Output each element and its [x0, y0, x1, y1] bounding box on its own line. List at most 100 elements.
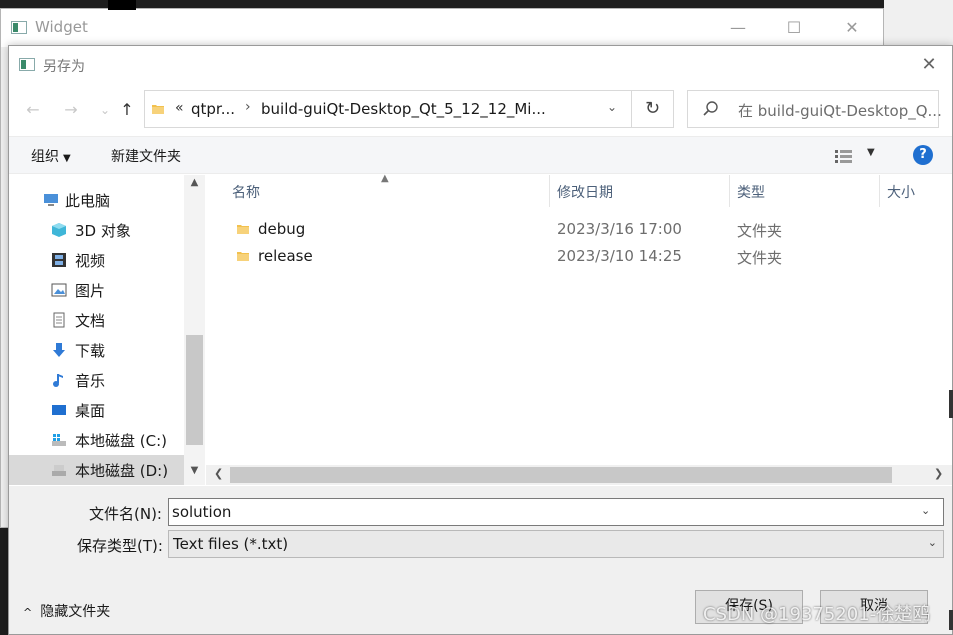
tree-item-label: 本地磁盘 (C:) — [75, 432, 167, 450]
scroll-thumb[interactable] — [186, 335, 203, 445]
file-row-debug[interactable]: debug 2023/3/16 17:00 文件夹 — [226, 217, 926, 243]
sort-ascending-icon: ▲ — [381, 173, 389, 184]
tree-item-label: 下载 — [75, 342, 106, 360]
tree-item-music[interactable]: 音乐 — [9, 365, 184, 395]
tree-item-label: 此电脑 — [65, 192, 111, 210]
filetype-dropdown-chevron-icon[interactable]: ⌄ — [928, 536, 937, 549]
caret-down-icon: ▼ — [63, 153, 71, 164]
app-icon — [11, 21, 27, 34]
folder-icon — [237, 225, 249, 234]
navigation-pane: 此电脑 3D 对象 视频 图片 文档 下载 音乐 桌面 本地磁盘 (C:) 本地… — [9, 175, 205, 485]
back-arrow-icon[interactable]: ← — [21, 98, 45, 122]
hide-folders-label: 隐藏文件夹 — [40, 604, 111, 620]
edge-mark — [949, 390, 953, 418]
search-input[interactable]: 在 build-guiQt-Desktop_Q... — [738, 100, 942, 121]
caret-up-icon: ^ — [23, 606, 33, 619]
maximize-button[interactable]: ☐ — [771, 13, 817, 43]
scroll-up-arrow-icon[interactable]: ▲ — [184, 177, 205, 195]
dialog-titlebar: 另存为 ✕ — [9, 46, 952, 84]
scroll-thumb[interactable] — [230, 467, 892, 483]
music-icon — [53, 374, 63, 387]
edge-mark — [949, 610, 953, 630]
watermark: CSDN @19375201-徐楚鸥 — [703, 604, 931, 625]
computer-icon — [44, 194, 58, 206]
recent-locations-chevron-icon[interactable]: ⌄ — [93, 98, 117, 122]
tree-item-desktop[interactable]: 桌面 — [9, 395, 184, 425]
organize-button[interactable]: 组织 ▼ — [31, 146, 71, 166]
view-caret-down-icon[interactable]: ▼ — [867, 147, 875, 158]
filename-input[interactable] — [168, 498, 944, 526]
column-header-modified[interactable]: 修改日期 — [557, 182, 613, 202]
file-row-release[interactable]: release 2023/3/10 14:25 文件夹 — [226, 244, 926, 270]
breadcrumb-item-parent[interactable]: qtpr... — [191, 100, 235, 118]
up-arrow-icon[interactable]: ↑ — [115, 98, 139, 122]
download-icon — [53, 343, 65, 357]
tree-item-pictures[interactable]: 图片 — [9, 275, 184, 305]
tree-item-label: 本地磁盘 (D:) — [75, 462, 169, 480]
hide-folders-toggle[interactable]: ^ 隐藏文件夹 — [23, 601, 110, 621]
search-box[interactable]: 在 build-guiQt-Desktop_Q... — [687, 90, 942, 128]
search-icon — [703, 101, 718, 116]
drive-icon — [52, 465, 66, 476]
column-header-size[interactable]: 大小 — [887, 182, 915, 202]
file-list-header: ▲ 名称 修改日期 类型 大小 — [206, 173, 952, 207]
dialog-title: 另存为 — [43, 59, 85, 75]
file-list: ▲ 名称 修改日期 类型 大小 debug 2023/3/16 17:00 文件… — [206, 173, 952, 485]
tree-item-label: 文档 — [75, 312, 106, 330]
background-black-block — [108, 0, 136, 10]
dialog-close-button[interactable]: ✕ — [906, 50, 952, 80]
scroll-right-arrow-icon[interactable]: ❯ — [934, 467, 943, 480]
breadcrumb-overflow-chevron[interactable]: « — [175, 100, 184, 116]
scroll-left-arrow-icon[interactable]: ❮ — [214, 467, 223, 480]
navigation-row: ← → ⌄ ↑ « qtpr... › build-guiQt-Desktop_… — [9, 88, 952, 132]
scroll-down-arrow-icon[interactable]: ▼ — [184, 465, 205, 483]
address-bar[interactable]: « qtpr... › build-guiQt-Desktop_Qt_5_12_… — [144, 90, 632, 128]
desktop-icon — [52, 405, 66, 415]
column-divider[interactable] — [549, 175, 550, 207]
help-button[interactable]: ? — [913, 145, 933, 165]
toolbar: 组织 ▼ 新建文件夹 ▼ ? — [9, 136, 952, 174]
file-modified-date: 2023/3/16 17:00 — [557, 220, 682, 238]
file-type: 文件夹 — [737, 249, 783, 267]
tree-item-documents[interactable]: 文档 — [9, 305, 184, 335]
column-header-name[interactable]: 名称 — [232, 182, 260, 202]
tree-item-label: 桌面 — [75, 402, 106, 420]
filename-dropdown-chevron-icon[interactable]: ⌄ — [921, 504, 930, 517]
file-name: debug — [258, 220, 306, 238]
column-divider[interactable] — [729, 175, 730, 207]
dialog-app-icon — [19, 58, 35, 71]
tree-item-drive-d[interactable]: 本地磁盘 (D:) — [9, 455, 184, 485]
film-icon — [52, 253, 66, 267]
folder-icon — [152, 105, 164, 114]
filetype-selected-value: Text files (*.txt) — [173, 535, 289, 553]
filetype-label: 保存类型(T): — [77, 537, 163, 555]
organize-label: 组织 — [31, 149, 59, 165]
cube-icon — [52, 223, 66, 237]
background-close-button[interactable]: ✕ — [829, 13, 875, 43]
background-window-title: Widget — [35, 18, 88, 36]
file-modified-date: 2023/3/10 14:25 — [557, 247, 682, 265]
column-divider[interactable] — [879, 175, 880, 207]
refresh-button[interactable]: ↻ — [632, 90, 674, 128]
folder-icon — [237, 252, 249, 261]
breadcrumb-item-current[interactable]: build-guiQt-Desktop_Qt_5_12_12_Mi... — [261, 100, 546, 118]
tree-item-videos[interactable]: 视频 — [9, 245, 184, 275]
breadcrumb-separator-icon[interactable]: › — [245, 99, 251, 115]
address-dropdown-chevron-icon[interactable]: ⌄ — [599, 100, 625, 120]
tree-item-label: 3D 对象 — [75, 222, 131, 240]
view-options-icon[interactable] — [835, 149, 853, 163]
tree-item-this-pc[interactable]: 此电脑 — [9, 185, 184, 215]
filetype-select[interactable]: Text files (*.txt) ⌄ — [168, 530, 944, 558]
background-titlebar: Widget — ☐ ✕ — [1, 9, 883, 47]
tree-item-drive-c[interactable]: 本地磁盘 (C:) — [9, 425, 184, 455]
filename-label: 文件名(N): — [89, 505, 162, 523]
minimize-button[interactable]: — — [715, 13, 761, 43]
forward-arrow-icon[interactable]: → — [59, 98, 83, 122]
tree-item-downloads[interactable]: 下载 — [9, 335, 184, 365]
new-folder-button[interactable]: 新建文件夹 — [111, 146, 181, 166]
save-as-dialog: 另存为 ✕ ← → ⌄ ↑ « qtpr... › build-guiQt-De… — [8, 45, 953, 635]
navigation-scrollbar[interactable]: ▲ ▼ — [184, 175, 205, 485]
horizontal-scrollbar[interactable]: ❮ ❯ — [206, 465, 952, 485]
tree-item-3d-objects[interactable]: 3D 对象 — [9, 215, 184, 245]
column-header-type[interactable]: 类型 — [737, 182, 765, 202]
